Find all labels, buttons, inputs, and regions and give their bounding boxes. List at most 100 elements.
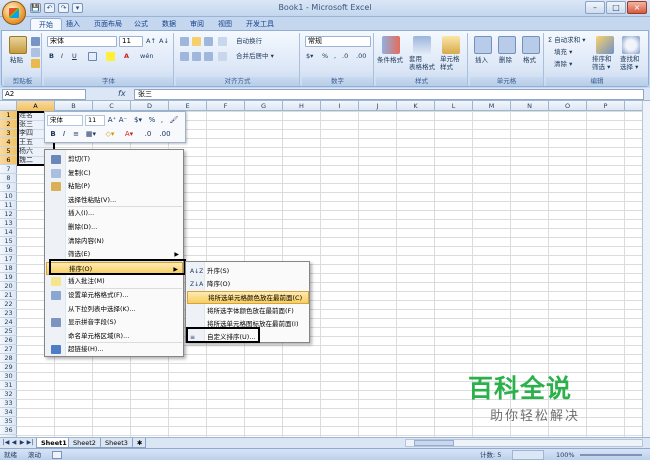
format-as-table-button[interactable]: 套用 表格格式 [409, 55, 435, 73]
zoom-slider[interactable] [580, 454, 642, 456]
paste-button[interactable]: 粘贴 [10, 55, 23, 66]
column-header[interactable]: I [321, 101, 359, 111]
mini-bold-button[interactable]: B [48, 129, 58, 140]
cell-styles-icon[interactable] [442, 36, 460, 54]
font-color-button[interactable]: A [124, 51, 129, 62]
format-painter-icon[interactable] [31, 59, 40, 68]
row-header[interactable]: 30 [0, 372, 17, 381]
row-header[interactable]: 7 [0, 165, 17, 174]
minimize-button[interactable]: – [585, 1, 605, 14]
mini-border-button[interactable]: ▦▾ [83, 129, 99, 140]
mini-currency-button[interactable]: $▾ [131, 115, 145, 126]
redo-icon[interactable]: ↷ [58, 3, 69, 13]
orientation-icon[interactable] [218, 37, 227, 46]
increase-decimal-button[interactable]: .0 [342, 51, 348, 62]
row-header[interactable]: 15 [0, 237, 17, 246]
office-button[interactable] [2, 1, 26, 25]
italic-button[interactable]: I [61, 51, 63, 62]
decrease-indent-icon[interactable] [218, 52, 227, 61]
sheet-tab-3[interactable]: Sheet3 [100, 438, 133, 448]
context-menu-item-10[interactable]: 设置单元格格式(F)... [46, 289, 183, 302]
mini-percent-button[interactable]: % [147, 115, 157, 126]
row-header[interactable]: 5 [0, 147, 17, 156]
context-menu-item-1[interactable]: 复制(C) [46, 167, 183, 180]
underline-button[interactable]: U [72, 51, 77, 62]
row-header[interactable]: 9 [0, 183, 17, 192]
insert-function-icon[interactable]: fx [118, 89, 134, 100]
row-header[interactable]: 4 [0, 138, 17, 147]
row-header[interactable]: 8 [0, 174, 17, 183]
row-header[interactable]: 31 [0, 381, 17, 390]
row-header[interactable]: 26 [0, 336, 17, 345]
row-header[interactable]: 18 [0, 264, 17, 273]
qat-customize-icon[interactable]: ▾ [72, 3, 83, 13]
phonetic-button[interactable]: wén [140, 51, 153, 62]
row-header[interactable]: 10 [0, 192, 17, 201]
prev-sheet-icon[interactable]: ◀ [10, 439, 18, 447]
macro-record-icon[interactable] [52, 451, 62, 459]
mini-decrease-decimal-button[interactable]: .00 [157, 129, 173, 140]
row-header[interactable]: 6 [0, 156, 17, 165]
find-select-button[interactable]: 查找和 选择 ▾ [620, 55, 640, 73]
row-header[interactable]: 1 [0, 111, 17, 120]
percent-button[interactable]: % [322, 51, 328, 62]
shrink-font-button[interactable]: A↓ [159, 36, 169, 47]
row-header[interactable]: 20 [0, 282, 17, 291]
align-right-icon[interactable] [204, 52, 213, 61]
sheet-tab-2[interactable]: Sheet2 [68, 438, 101, 448]
insert-sheet-icon[interactable]: ✱ [132, 438, 146, 448]
row-header[interactable]: 36 [0, 426, 17, 435]
context-menu-item-0[interactable]: 剪切(T) [46, 153, 183, 166]
row-header[interactable]: 23 [0, 309, 17, 318]
align-middle-icon[interactable] [192, 37, 201, 46]
copy-icon[interactable] [31, 48, 40, 57]
column-header[interactable]: G [245, 101, 283, 111]
fill-color-icon[interactable] [106, 52, 115, 61]
font-name-select[interactable]: 宋体 [47, 36, 117, 47]
column-header[interactable]: C [93, 101, 131, 111]
last-sheet-icon[interactable]: ▶| [26, 439, 34, 447]
horizontal-scroll-thumb[interactable] [414, 440, 454, 446]
delete-cells-icon[interactable] [498, 36, 516, 54]
align-top-icon[interactable] [180, 37, 189, 46]
name-box[interactable]: A2 [2, 89, 86, 100]
merge-center-button[interactable]: 合并后居中 ▾ [236, 51, 274, 62]
clear-button[interactable]: 清除 ▾ [554, 59, 572, 70]
row-header[interactable]: 24 [0, 318, 17, 327]
mini-font-color-button[interactable]: A▾ [121, 129, 137, 140]
save-icon[interactable]: 💾 [30, 3, 41, 13]
conditional-format-icon[interactable] [382, 36, 400, 54]
format-cells-icon[interactable] [522, 36, 540, 54]
align-center-icon[interactable] [192, 52, 201, 61]
context-menu-item-11[interactable]: 从下拉列表中选择(K)... [46, 303, 183, 316]
conditional-format-button[interactable]: 条件格式 [377, 55, 403, 66]
cell-styles-button[interactable]: 单元格 样式 [440, 55, 460, 73]
horizontal-scrollbar[interactable] [405, 439, 643, 447]
sort-filter-button[interactable]: 排序和 筛选 ▾ [592, 55, 612, 73]
row-header[interactable]: 25 [0, 327, 17, 336]
format-as-table-icon[interactable] [413, 36, 431, 54]
autosum-button[interactable]: Σ 自动求和 ▾ [548, 35, 586, 46]
select-all-corner[interactable] [0, 101, 17, 111]
column-header[interactable]: A [17, 101, 55, 111]
row-header[interactable]: 28 [0, 354, 17, 363]
close-button[interactable]: × [627, 1, 647, 14]
paste-icon[interactable] [9, 36, 27, 54]
sort-submenu-item-3[interactable]: 将所选字体颜色放在最前面(F) [187, 305, 309, 318]
align-bottom-icon[interactable] [204, 37, 213, 46]
decrease-decimal-button[interactable]: .00 [356, 51, 366, 62]
column-header[interactable]: P [587, 101, 625, 111]
insert-cells-icon[interactable] [474, 36, 492, 54]
fill-button[interactable]: 填充 ▾ [554, 47, 572, 58]
context-menu-item-2[interactable]: 粘贴(P) [46, 180, 183, 193]
grow-font-button[interactable]: A↑ [146, 36, 156, 47]
mini-size-select[interactable]: 11 [85, 115, 105, 126]
column-header[interactable]: K [397, 101, 435, 111]
sort-submenu-item-2[interactable]: 将所选单元格颜色放在最前面(C) [187, 291, 309, 305]
mini-grow-font-button[interactable]: A⁺ [107, 115, 117, 126]
mini-format-painter-icon[interactable]: 🖌 [169, 115, 179, 126]
context-menu-item-4[interactable]: 插入(I)... [46, 207, 183, 220]
sheet-tab-1[interactable]: Sheet1 [36, 438, 72, 448]
row-header[interactable]: 22 [0, 300, 17, 309]
column-header[interactable]: E [169, 101, 207, 111]
